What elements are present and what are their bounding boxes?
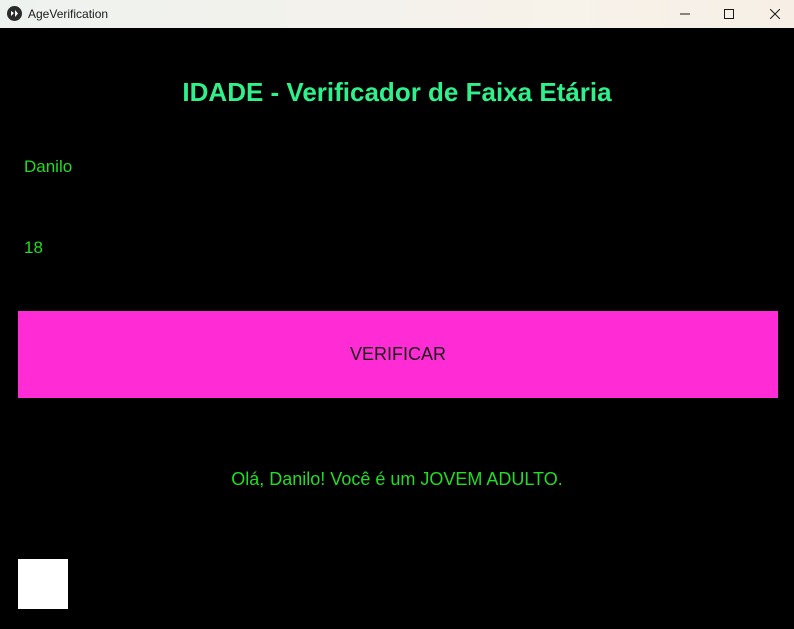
page-title: IDADE - Verificador de Faixa Etária [182, 77, 612, 107]
name-input[interactable] [18, 147, 778, 187]
minimize-button[interactable] [662, 0, 708, 28]
window-title: AgeVerification [28, 7, 109, 21]
verify-button[interactable]: VERIFICAR [18, 311, 778, 398]
maximize-button[interactable] [706, 0, 752, 28]
app-icon [7, 6, 22, 21]
result-message: Olá, Danilo! Você é um JOVEM ADULTO. [231, 469, 563, 489]
age-input[interactable] [18, 228, 778, 268]
title-bar: AgeVerification [0, 0, 794, 28]
white-square [18, 559, 68, 609]
close-icon [770, 9, 780, 19]
app-content: IDADE - Verificador de Faixa Etária VERI… [0, 28, 794, 629]
maximize-icon [724, 9, 734, 19]
minimize-icon [680, 13, 690, 15]
close-button[interactable] [752, 0, 794, 28]
